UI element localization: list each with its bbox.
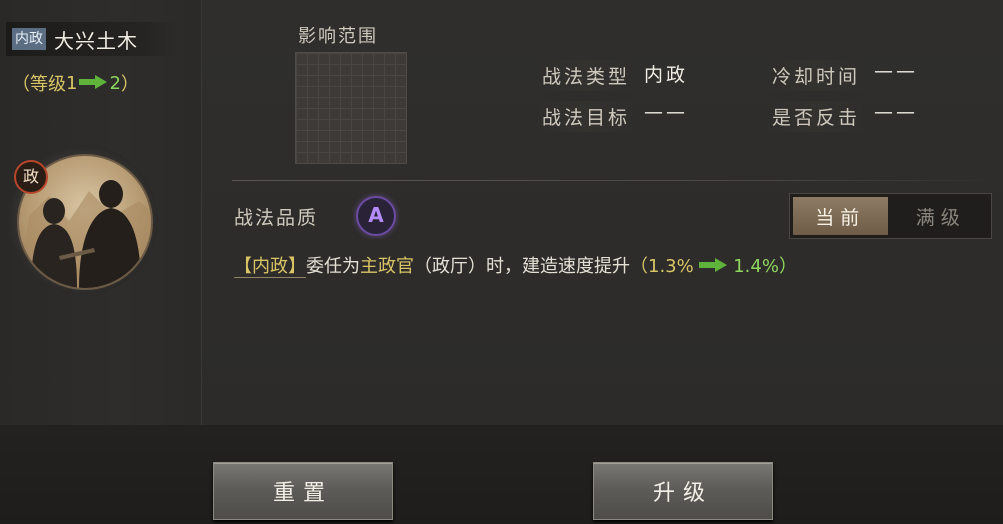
skill-name-plate: 内政 大兴土木 xyxy=(6,22,178,56)
range-title: 影响范围 xyxy=(298,26,378,47)
cooldown-value: —— xyxy=(874,60,919,82)
tab-max-level[interactable]: 满级 xyxy=(894,197,989,235)
info-cooldown: 冷却时间 —— xyxy=(768,60,918,91)
counter-value: —— xyxy=(874,101,919,123)
description-tag: 【内政】 xyxy=(234,256,306,278)
info-type: 战法类型 内政 xyxy=(538,60,688,91)
category-tag: 内政 xyxy=(12,28,46,50)
description-to-value: 1.4% xyxy=(733,256,779,277)
cooldown-label: 冷却时间 xyxy=(768,60,865,91)
type-label: 战法类型 xyxy=(538,60,635,91)
section-divider xyxy=(232,180,1003,181)
value-arrow-icon xyxy=(699,256,728,277)
quality-label: 战法品质 xyxy=(234,207,319,229)
info-counter: 是否反击 —— xyxy=(768,101,918,132)
level-to: 2 xyxy=(109,72,121,94)
range-grid xyxy=(295,52,407,164)
type-value: 内政 xyxy=(644,64,689,86)
level-arrow-icon xyxy=(79,73,108,94)
counter-label: 是否反击 xyxy=(768,101,865,132)
reset-button[interactable]: 重置 xyxy=(213,462,393,520)
description-from-value: 1.3% xyxy=(648,256,694,277)
description-paren-close: ） xyxy=(778,256,797,277)
description-part2: （政厅）时，建造速度提升 xyxy=(414,256,630,277)
level-from: 1 xyxy=(66,72,78,94)
skill-sidebar: 内政 大兴土木 （等级 1 2 ） 政 xyxy=(0,0,202,425)
quality-grade-icon: A xyxy=(356,196,396,236)
politics-badge: 政 xyxy=(14,160,48,194)
description-part1: 委任为 xyxy=(306,256,360,277)
level-open: （等级 xyxy=(12,74,66,95)
description-highlight: 主政官 xyxy=(360,256,414,277)
level-view-toggle: 当前 满级 xyxy=(789,193,992,239)
target-value: —— xyxy=(644,101,689,123)
skill-name: 大兴土木 xyxy=(54,28,138,53)
description-paren-open: （ xyxy=(630,256,648,277)
info-target: 战法目标 —— xyxy=(538,101,688,132)
target-label: 战法目标 xyxy=(538,101,635,132)
level-close: ） xyxy=(120,74,139,95)
action-bar xyxy=(0,425,1003,524)
upgrade-button[interactable]: 升级 xyxy=(593,462,773,520)
skill-level: （等级 1 2 ） xyxy=(12,70,139,96)
skill-description: 【内政】委任为主政官（政厅）时，建造速度提升（1.3% 1.4%） xyxy=(234,252,797,278)
tab-current[interactable]: 当前 xyxy=(793,197,888,235)
